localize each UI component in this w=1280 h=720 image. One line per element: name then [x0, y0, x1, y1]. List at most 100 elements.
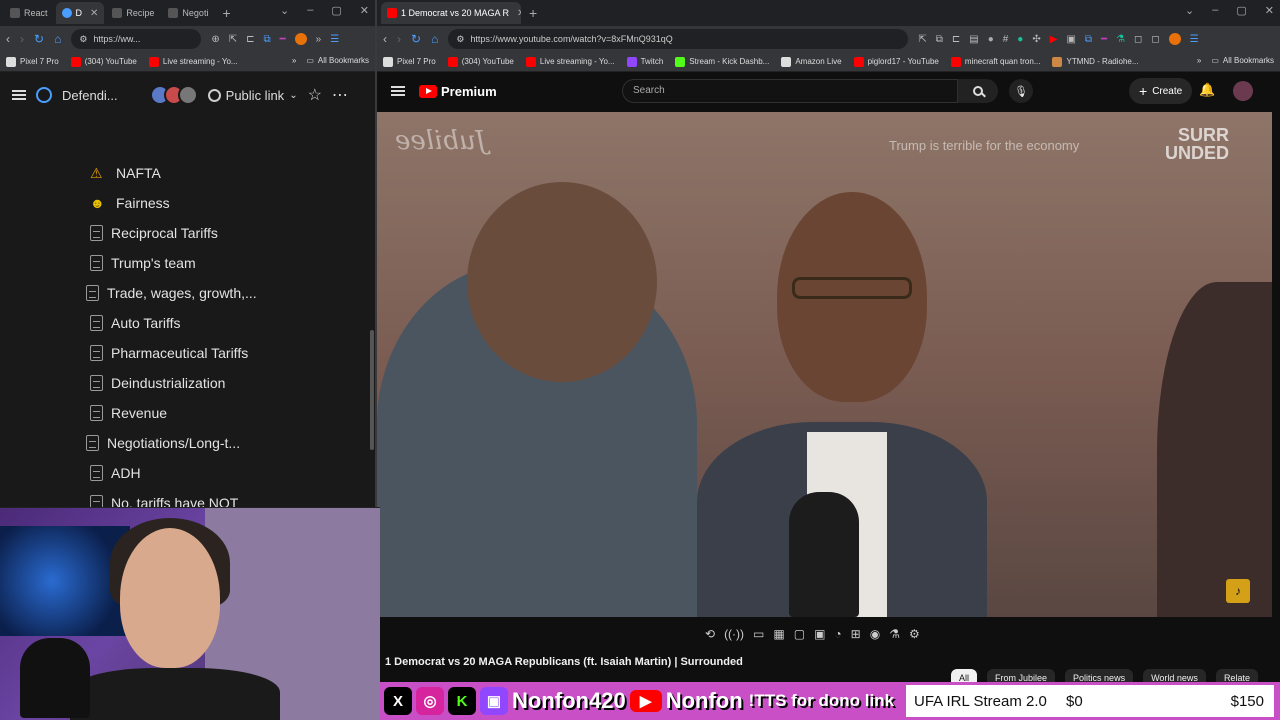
extension-icon[interactable]: ✣	[1032, 34, 1040, 45]
page-item-auto-tariffs[interactable]: Auto Tariffs	[90, 308, 257, 338]
left-tab-4[interactable]: Negoti	[162, 2, 214, 24]
bookmark-item[interactable]: Twitch	[626, 56, 663, 67]
flask-icon[interactable]: ⚗	[1116, 34, 1125, 45]
voice-search-button[interactable]: 🎙	[1009, 79, 1033, 103]
left-tab-3[interactable]: Recipe	[106, 2, 160, 24]
more-bookmarks-icon[interactable]: »	[292, 56, 296, 65]
bookmark-icon[interactable]: ⊏	[246, 34, 254, 45]
page-title[interactable]: Defendi...	[62, 88, 118, 103]
grammarly-icon[interactable]: ●	[1017, 34, 1023, 45]
bookmark-item[interactable]: Stream - Kick Dashb...	[675, 56, 769, 67]
extension-icon[interactable]: #	[1003, 34, 1009, 45]
more-icon[interactable]: »	[316, 34, 322, 45]
home-icon[interactable]: ⌂	[431, 32, 438, 46]
site-info-icon[interactable]: ⚙	[79, 34, 87, 45]
left-tab-1[interactable]: React	[4, 2, 54, 24]
left-tab-2[interactable]: D ✕	[55, 2, 105, 24]
close-tab-icon[interactable]: ✕	[90, 8, 98, 19]
bookmark-item[interactable]: Live streaming - Yo...	[525, 56, 615, 67]
page-item-reciprocal-tariffs[interactable]: Reciprocal Tariffs	[90, 218, 257, 248]
extension-badge-icon[interactable]: ♪	[1226, 579, 1250, 603]
zoom-icon[interactable]: ⊕	[211, 34, 219, 45]
site-info-icon[interactable]: ⚙	[456, 34, 464, 45]
extension-icon[interactable]: ━	[280, 34, 286, 45]
right-address-bar[interactable]: ⚙ https://www.youtube.com/watch?v=8xFMnQ…	[448, 29, 909, 49]
bookmark-item[interactable]: (304) YouTube	[447, 56, 514, 67]
home-icon[interactable]: ⌂	[54, 32, 61, 46]
create-button[interactable]: + Create	[1129, 78, 1193, 104]
bookmark-item[interactable]: (304) YouTube	[70, 56, 137, 67]
sidebar-menu-icon[interactable]	[12, 90, 26, 100]
bookmark-item[interactable]: Pixel 7 Pro	[6, 56, 59, 67]
extension-icon[interactable]: ▤	[969, 34, 978, 45]
page-item-revenue[interactable]: Revenue	[90, 398, 257, 428]
profile-avatar[interactable]	[294, 33, 307, 45]
theater-icon[interactable]: ▢	[794, 627, 805, 641]
flask-icon[interactable]: ⚗	[889, 627, 900, 641]
page-item-pharmaceutical-tariffs[interactable]: Pharmaceutical Tariffs	[90, 338, 257, 368]
screenshot-icon[interactable]: ◉	[870, 627, 880, 641]
audio-icon[interactable]: ((·))	[724, 627, 744, 641]
new-tab-button[interactable]: +	[216, 5, 236, 21]
reload-icon[interactable]: ↻	[411, 32, 421, 46]
bookmark-item[interactable]: Live streaming - Yo...	[148, 56, 238, 67]
page-item-fairness[interactable]: ☻ Fairness	[90, 188, 257, 218]
bookmark-item[interactable]: Pixel 7 Pro	[383, 56, 436, 67]
page-item-trade-wages[interactable]: Trade, wages, growth,...	[86, 278, 257, 308]
youtube-ext-icon[interactable]: ▶	[1050, 34, 1058, 45]
bookmark-item[interactable]: piglord17 - YouTube	[853, 56, 939, 67]
minimize-icon[interactable]: –	[1212, 4, 1218, 17]
account-avatar[interactable]	[1233, 81, 1253, 101]
back-icon[interactable]: ‹	[383, 32, 387, 46]
page-item-trumps-team[interactable]: Trump's team	[90, 248, 257, 278]
more-options-icon[interactable]: ⋯	[332, 85, 349, 105]
guide-menu-icon[interactable]	[391, 86, 405, 96]
all-bookmarks-button[interactable]: ▭ All Bookmarks	[1211, 56, 1274, 65]
maximize-icon[interactable]: ▢	[331, 4, 341, 17]
extension-icon[interactable]: ━	[1101, 34, 1107, 45]
bookmark-item[interactable]: Amazon Live	[781, 56, 842, 67]
search-input[interactable]: Search	[622, 79, 958, 103]
more-bookmarks-icon[interactable]: »	[1197, 56, 1201, 65]
minimize-icon[interactable]: –	[307, 4, 313, 17]
extension-icon[interactable]: ●	[988, 34, 994, 45]
captions-icon[interactable]: ▭	[753, 627, 764, 641]
clip-icon[interactable]: ▦	[773, 627, 784, 641]
close-tab-icon[interactable]: ✕	[517, 8, 521, 19]
extension-icon[interactable]: ◻	[1151, 34, 1159, 45]
extension-icon[interactable]: ◻	[1134, 34, 1142, 45]
share-icon[interactable]: ⧉	[936, 34, 943, 45]
extension-icon[interactable]: ⧉	[1085, 34, 1092, 45]
pip-icon[interactable]: ▣	[814, 627, 825, 641]
forward-icon[interactable]: ›	[20, 32, 24, 46]
bookmark-icon[interactable]: ⊏	[952, 34, 960, 45]
scrollbar[interactable]	[370, 330, 374, 450]
page-item-nafta[interactable]: ⚠ NAFTA	[90, 158, 257, 188]
star-icon[interactable]: ☆	[308, 85, 322, 105]
youtube-tab[interactable]: 1 Democrat vs 20 MAGA R ✕	[381, 2, 521, 24]
share-button[interactable]: Public link ⌄	[207, 88, 298, 103]
expand-icon[interactable]: ⊞	[851, 627, 861, 641]
all-bookmarks-button[interactable]: ▭ All Bookmarks	[306, 56, 369, 65]
bookmark-item[interactable]: YTMND - Radiohe...	[1052, 56, 1139, 67]
close-window-icon[interactable]: ✕	[1265, 4, 1274, 17]
forward-icon[interactable]: ›	[397, 32, 401, 46]
back-icon[interactable]: ‹	[6, 32, 10, 46]
page-item-negotiations[interactable]: Negotiations/Long-t...	[86, 428, 257, 458]
tab-search-icon[interactable]: ⌄	[280, 4, 289, 17]
maximize-icon[interactable]: ▢	[1236, 4, 1246, 17]
youtube-logo[interactable]: Premium	[419, 84, 497, 99]
extension-icon[interactable]: ⧉	[263, 34, 270, 45]
menu-icon[interactable]: ☰	[1190, 34, 1199, 45]
left-address-bar[interactable]: ⚙ https://ww...	[71, 29, 202, 49]
share-icon[interactable]: ⇱	[229, 34, 237, 45]
page-item-deindustrialization[interactable]: Deindustrialization	[90, 368, 257, 398]
notifications-bell-icon[interactable]: 🔔	[1199, 82, 1215, 98]
settings-gear-icon[interactable]: ⚙	[909, 627, 920, 641]
search-button[interactable]	[958, 79, 998, 103]
tab-search-icon[interactable]: ⌄	[1185, 4, 1194, 17]
cast-icon[interactable]: ⇱	[918, 34, 926, 45]
new-tab-button[interactable]: +	[523, 5, 543, 21]
page-item-adh[interactable]: ADH	[90, 458, 257, 488]
profile-avatar[interactable]	[1168, 33, 1181, 45]
